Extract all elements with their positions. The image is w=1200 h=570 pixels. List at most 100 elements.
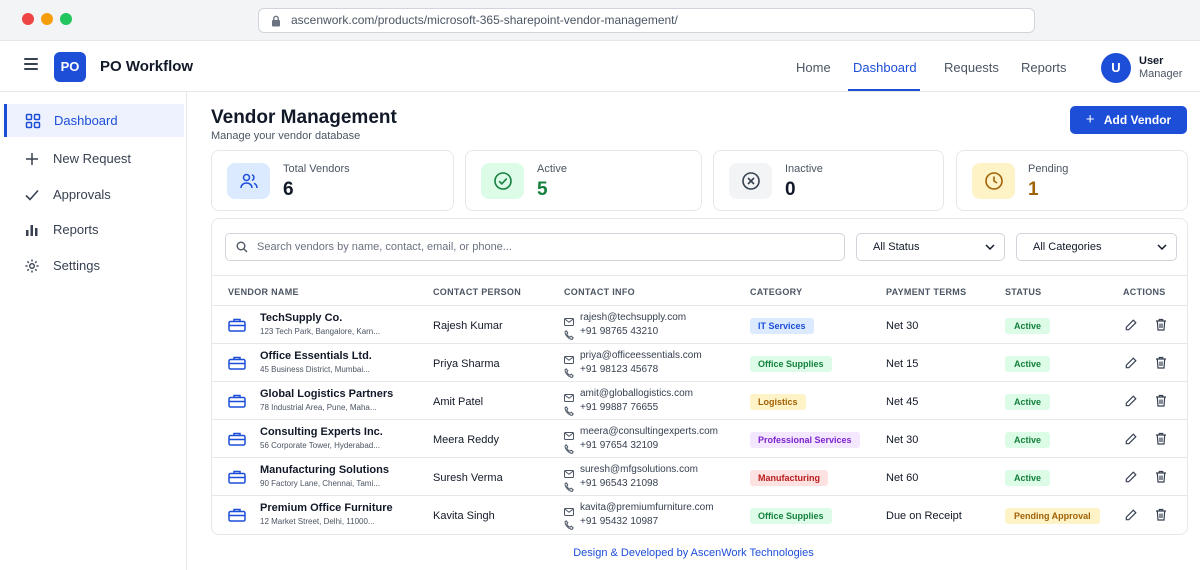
vendor-address: 78 Industrial Area, Pune, Maha... [260, 403, 377, 412]
stat-value: 0 [785, 179, 796, 200]
nav-requests[interactable]: Requests [944, 60, 999, 75]
menu-icon[interactable] [24, 58, 38, 72]
grid-icon [25, 113, 41, 129]
check-circle-icon [481, 163, 524, 199]
vendor-name: Manufacturing Solutions [260, 464, 389, 476]
phone-icon [564, 327, 574, 345]
edit-icon[interactable] [1125, 394, 1137, 412]
table-row: Consulting Experts Inc. 56 Corporate Towe… [212, 420, 1187, 458]
users-icon [227, 163, 270, 199]
search-input[interactable]: Search vendors by name, contact, email, … [225, 233, 845, 261]
edit-icon[interactable] [1125, 432, 1137, 450]
vendor-email[interactable]: amit@globallogistics.com [580, 388, 693, 399]
stat-label: Pending [1028, 163, 1069, 175]
stat-card-pending: Pending 1 [956, 150, 1188, 211]
vendor-phone: +91 98765 43210 [580, 326, 659, 337]
contact-person: Meera Reddy [433, 434, 500, 446]
category-filter-select[interactable]: All Categories [1016, 233, 1177, 261]
add-vendor-button[interactable]: + Add Vendor [1070, 106, 1187, 134]
vendor-email[interactable]: suresh@mfgsolutions.com [580, 464, 698, 475]
plus-icon [26, 153, 38, 165]
column-header: VENDOR NAME [228, 287, 299, 297]
search-placeholder: Search vendors by name, contact, email, … [257, 241, 512, 253]
vendor-email[interactable]: meera@consultingexperts.com [580, 426, 718, 437]
trash-icon[interactable] [1155, 394, 1167, 412]
stat-label: Inactive [785, 163, 823, 175]
trash-icon[interactable] [1155, 356, 1167, 374]
maximize-window-dot[interactable] [60, 13, 72, 25]
user-name: User [1139, 55, 1164, 67]
sidebar-item-label: Dashboard [54, 113, 118, 128]
trash-icon[interactable] [1155, 318, 1167, 336]
category-badge: Office Supplies [750, 356, 832, 372]
page-title: Vendor Management [211, 107, 397, 128]
footer-credit: Design & Developed by AscenWork Technolo… [573, 547, 814, 559]
status-badge: Active [1005, 356, 1051, 372]
contact-person: Priya Sharma [433, 358, 500, 370]
chevron-down-icon [1157, 244, 1167, 251]
briefcase-icon [228, 508, 246, 527]
contact-person: Suresh Verma [433, 472, 503, 484]
sidebar-item-approvals[interactable]: Approvals [6, 178, 186, 211]
nav-home[interactable]: Home [796, 60, 831, 75]
stat-label: Active [537, 163, 567, 175]
vendor-email[interactable]: rajesh@techsupply.com [580, 312, 686, 323]
category-badge: Manufacturing [750, 470, 828, 486]
payment-terms: Due on Receipt [886, 510, 962, 522]
edit-icon[interactable] [1125, 356, 1137, 374]
vendor-phone: +91 96543 21098 [580, 478, 659, 489]
close-window-dot[interactable] [22, 13, 34, 25]
status-filter-select[interactable]: All Status [856, 233, 1005, 261]
gear-icon [25, 259, 39, 273]
column-header: STATUS [1005, 287, 1042, 297]
category-badge: Professional Services [750, 432, 860, 448]
vendor-email[interactable]: priya@officeessentials.com [580, 350, 702, 361]
vendor-phone: +91 98123 45678 [580, 364, 659, 375]
sidebar-item-label: Settings [53, 258, 100, 273]
status-filter-value: All Status [873, 241, 920, 253]
user-role: Manager [1139, 68, 1183, 80]
nav-dashboard[interactable]: Dashboard [853, 60, 917, 75]
sidebar-item-label: Approvals [53, 187, 111, 202]
address-bar[interactable]: ascenwork.com/products/microsoft-365-sha… [258, 8, 1035, 33]
status-badge: Active [1005, 318, 1051, 334]
app-logo: PO [54, 52, 86, 82]
vendor-address: 90 Factory Lane, Chennai, Tami... [260, 479, 380, 488]
status-badge: Active [1005, 432, 1051, 448]
column-header: CONTACT INFO [564, 287, 635, 297]
vendor-phone: +91 99887 76655 [580, 402, 659, 413]
status-badge: Active [1005, 394, 1051, 410]
sidebar-item-new-request[interactable]: New Request [6, 142, 186, 175]
add-vendor-label: Add Vendor [1103, 113, 1172, 127]
table-row: Office Essentials Ltd. 45 Business Distri… [212, 344, 1187, 382]
stat-card-inactive: Inactive 0 [713, 150, 944, 211]
column-header: PAYMENT TERMS [886, 287, 967, 297]
vendor-email[interactable]: kavita@premiumfurniture.com [580, 502, 714, 513]
category-filter-value: All Categories [1033, 241, 1102, 253]
payment-terms: Net 30 [886, 434, 919, 446]
check-icon [25, 189, 39, 201]
edit-icon[interactable] [1125, 470, 1137, 488]
url-text: ascenwork.com/products/microsoft-365-sha… [291, 13, 678, 27]
bar-chart-icon [26, 225, 38, 236]
briefcase-icon [228, 432, 246, 451]
sidebar-item-settings[interactable]: Settings [6, 249, 186, 282]
active-nav-indicator [848, 89, 920, 91]
edit-icon[interactable] [1125, 508, 1137, 526]
nav-reports[interactable]: Reports [1021, 60, 1067, 75]
sidebar-item-dashboard[interactable]: Dashboard [4, 104, 184, 137]
payment-terms: Net 60 [886, 472, 919, 484]
stat-value: 6 [283, 179, 294, 200]
sidebar-item-reports[interactable]: Reports [6, 213, 186, 246]
minimize-window-dot[interactable] [41, 13, 53, 25]
payment-terms: Net 30 [886, 320, 919, 332]
clock-icon [972, 163, 1015, 199]
trash-icon[interactable] [1155, 508, 1167, 526]
category-badge: Office Supplies [750, 508, 832, 524]
sidebar-item-label: New Request [53, 151, 132, 166]
briefcase-icon [228, 394, 246, 413]
edit-icon[interactable] [1125, 318, 1137, 336]
trash-icon[interactable] [1155, 470, 1167, 488]
avatar[interactable]: U [1101, 53, 1131, 83]
trash-icon[interactable] [1155, 432, 1167, 450]
